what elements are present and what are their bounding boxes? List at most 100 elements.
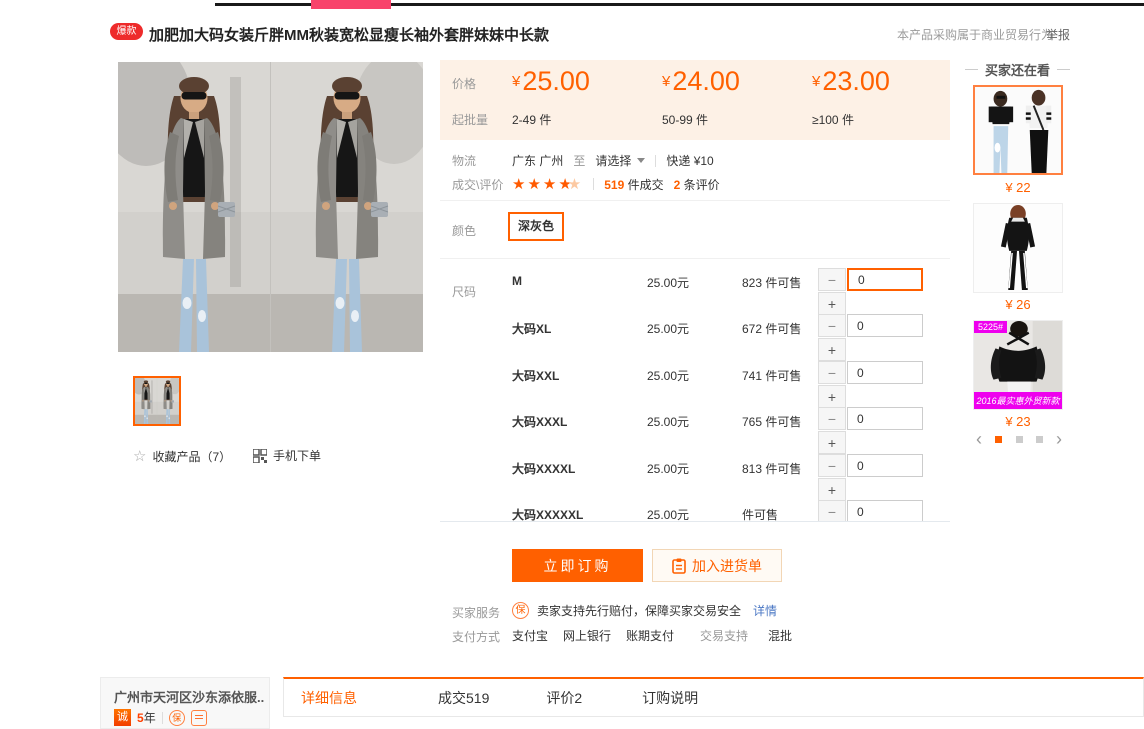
star-outline-icon: ☆	[133, 447, 146, 465]
reviews-number: 2	[674, 178, 681, 192]
order-now-button[interactable]: 立即订购	[512, 549, 643, 582]
divider	[440, 521, 950, 522]
size-row: 大码XL 25.00元 672 件可售 − +	[440, 314, 950, 361]
qr-code-icon	[253, 449, 267, 463]
reviews-count-link[interactable]: 2 条评价	[674, 176, 720, 193]
qty-minus-button[interactable]: −	[818, 314, 846, 337]
deals-suffix: 件成交	[628, 178, 664, 192]
destination-select-value: 请选择	[595, 152, 631, 169]
seller-card: 广州市天河区沙东添依服... 诚 5年 保	[100, 677, 270, 729]
divider	[440, 200, 950, 201]
item-banner: 2016最实惠外贸新款	[974, 392, 1062, 409]
yen-sign: ¥	[812, 73, 820, 90]
years-number: 5	[137, 711, 144, 725]
color-label: 颜色	[452, 222, 476, 239]
size-row: 大码XXXXXL 25.00元 件可售 − +	[440, 500, 950, 521]
payment-method: 账期支付	[626, 627, 674, 644]
product-thumbnail[interactable]	[133, 376, 181, 426]
star-dim-icon: ★	[568, 176, 583, 193]
size-name: M	[512, 274, 522, 288]
qty-plus-button[interactable]: +	[818, 478, 846, 501]
tab-detail-info[interactable]: 详细信息	[301, 688, 357, 708]
express-fee: 快递 ¥10	[666, 152, 713, 169]
price-tier-2: ¥24.00	[662, 66, 740, 97]
page-dot[interactable]	[1036, 436, 1043, 443]
tab-deals[interactable]: 成交519	[438, 688, 489, 708]
price-value: 23.00	[822, 66, 890, 96]
service-detail-link[interactable]: 详情	[753, 602, 777, 619]
logistics-to: 至	[573, 152, 585, 169]
add-to-cart-button[interactable]: 加入进货单	[652, 549, 782, 582]
size-stock: 672 件可售	[742, 320, 801, 337]
logistics-row: 广东 广州 至 请选择 快递 ¥10	[512, 152, 714, 169]
rating-row: ★★★★★ 519 件成交 2 条评价	[512, 175, 720, 193]
years-unit: 年	[144, 711, 156, 725]
qty-plus-button[interactable]: +	[818, 338, 846, 361]
size-name: 大码XXXL	[512, 413, 567, 430]
size-stock: 件可售	[742, 506, 778, 521]
tab-reviews[interactable]: 评价2	[546, 688, 582, 708]
qty-input[interactable]	[847, 407, 923, 430]
qty-input[interactable]	[847, 500, 923, 521]
tab-order-notes[interactable]: 订购说明	[642, 688, 698, 708]
qty-minus-button[interactable]: −	[818, 268, 846, 291]
deals-count-link[interactable]: 519 件成交	[604, 176, 663, 193]
favorite-button[interactable]: ☆ 收藏产品（7）	[133, 447, 231, 465]
qty-plus-button[interactable]: +	[818, 385, 846, 408]
color-option-selected[interactable]: 深灰色	[508, 212, 564, 241]
page-dot[interactable]	[1016, 436, 1023, 443]
size-list: M 25.00元 823 件可售 − + 大码XL 25.00元 672 件可售…	[440, 262, 950, 521]
chevron-down-icon	[637, 158, 645, 163]
seller-name-link[interactable]: 广州市天河区沙东添依服...	[114, 687, 264, 706]
price-tier-1: ¥25.00	[512, 66, 590, 97]
payment-label: 支付方式	[452, 628, 500, 645]
min-qty-label: 起批量	[452, 111, 488, 128]
top-loading-bar-progress	[311, 0, 391, 9]
mobile-order-label: 手机下单	[273, 447, 321, 464]
size-stock: 823 件可售	[742, 274, 801, 291]
sidebar-title: 买家还在看	[965, 60, 1070, 79]
mobile-order-button[interactable]: 手机下单	[253, 447, 321, 464]
product-main-image[interactable]	[118, 62, 423, 352]
related-item-image[interactable]	[973, 85, 1063, 175]
seller-badges: 诚 5年 保	[114, 709, 207, 726]
qty-minus-button[interactable]: −	[818, 361, 846, 384]
qty-minus-button[interactable]: −	[818, 454, 846, 477]
qty-input[interactable]	[847, 314, 923, 337]
favorite-label: 收藏产品（7）	[152, 448, 231, 465]
divider	[965, 69, 978, 70]
qty-plus-button[interactable]: +	[818, 431, 846, 454]
size-row: 大码XXXXL 25.00元 813 件可售 − +	[440, 454, 950, 501]
report-link[interactable]: 举报	[1046, 26, 1070, 43]
product-page: 爆款 加肥加大码女装斤胖MM秋装宽松显瘦长袖外套胖妹妹中长款 本产品采购属于商业…	[0, 0, 1144, 729]
size-row: 大码XXL 25.00元 741 件可售 − +	[440, 361, 950, 408]
qty-minus-button[interactable]: −	[818, 500, 846, 521]
price-value: 25.00	[522, 66, 590, 96]
qty-input[interactable]	[847, 268, 923, 291]
size-stock: 741 件可售	[742, 367, 801, 384]
rating-label: 成交\评价	[452, 176, 503, 193]
size-name: 大码XL	[512, 320, 551, 337]
price-tier-3: ¥23.00	[812, 66, 890, 97]
payment-method: 网上银行	[563, 627, 611, 644]
size-stock: 765 件可售	[742, 413, 801, 430]
divider	[1057, 69, 1070, 70]
qty-minus-button[interactable]: −	[818, 407, 846, 430]
size-price: 25.00元	[647, 274, 689, 291]
price-panel: 价格 起批量 ¥25.00 ¥24.00 ¥23.00 2-49 件 50-99…	[440, 60, 950, 140]
qty-input[interactable]	[847, 361, 923, 384]
destination-select[interactable]: 请选择	[595, 152, 645, 169]
page-dot-active[interactable]	[995, 436, 1002, 443]
related-item-price: ¥ 22	[973, 180, 1063, 195]
next-arrow-icon[interactable]: ›	[1056, 432, 1062, 446]
divider	[593, 178, 594, 190]
size-price: 25.00元	[647, 320, 689, 337]
buyer-service-label: 买家服务	[452, 604, 500, 621]
qty-input[interactable]	[847, 454, 923, 477]
prev-arrow-icon[interactable]: ‹	[976, 432, 982, 446]
qty-plus-button[interactable]: +	[818, 292, 846, 315]
related-item-image[interactable]	[973, 203, 1063, 293]
size-name: 大码XXL	[512, 367, 559, 384]
size-price: 25.00元	[647, 413, 689, 430]
related-item-image[interactable]: 5225# 2016最实惠外贸新款	[973, 320, 1063, 410]
